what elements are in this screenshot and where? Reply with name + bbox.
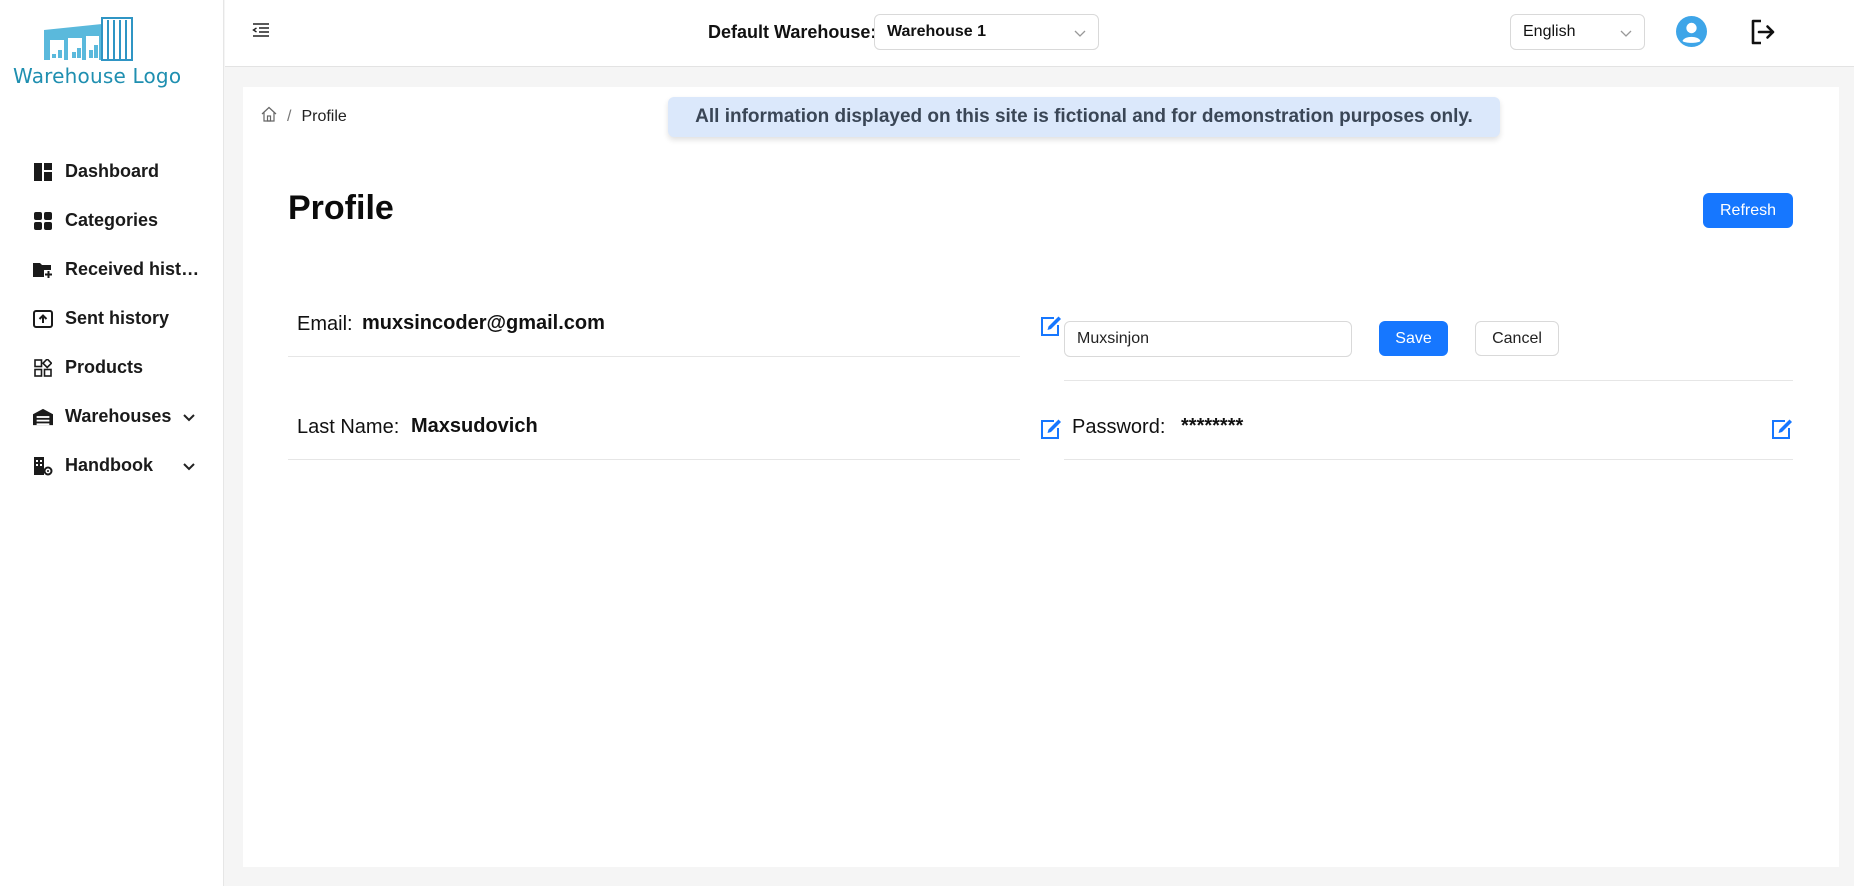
main-content: / Profile All information displayed on t… bbox=[243, 87, 1839, 867]
language-select-value: English bbox=[1523, 23, 1576, 40]
home-icon[interactable] bbox=[261, 106, 277, 127]
sidebar-item-dashboard[interactable]: Dashboard bbox=[0, 147, 222, 196]
categories-icon bbox=[33, 211, 53, 231]
sidebar-item-handbook[interactable]: Handbook bbox=[0, 441, 222, 490]
sidebar-item-label: Handbook bbox=[65, 455, 153, 475]
password-field-row: Password: ******** bbox=[1064, 390, 1793, 460]
top-header: Default Warehouse: Warehouse 1 English bbox=[225, 0, 1854, 67]
sidebar-item-sent-history[interactable]: Sent history bbox=[0, 294, 222, 343]
sidebar-item-label: Categories bbox=[65, 210, 159, 230]
breadcrumb-current: Profile bbox=[301, 107, 347, 125]
products-grid-icon bbox=[33, 358, 53, 378]
save-button[interactable]: Save bbox=[1379, 321, 1448, 356]
upload-box-icon bbox=[33, 309, 53, 329]
sidebar-item-label: Sent history bbox=[65, 308, 170, 328]
sidebar-item-received-history[interactable]: Received histo… bbox=[0, 245, 222, 294]
email-field-row: Email: muxsincoder@gmail.com bbox=[288, 287, 1061, 357]
last-name-label: Last Name: bbox=[297, 416, 400, 438]
warehouse-logo[interactable]: Warehouse Logo bbox=[0, 12, 182, 92]
sidebar-nav: Dashboard Categories Received histo… Sen… bbox=[0, 147, 222, 490]
edit-password-icon[interactable] bbox=[1770, 417, 1794, 441]
last-name-value: Maxsudovich bbox=[411, 415, 538, 437]
user-avatar-icon[interactable] bbox=[1676, 16, 1707, 47]
sidebar-item-label: Dashboard bbox=[65, 161, 160, 181]
chevron-down-icon bbox=[183, 458, 195, 476]
logo-text: Warehouse Logo bbox=[13, 64, 182, 88]
sidebar-item-label: Received histo… bbox=[65, 259, 200, 279]
demo-notice-banner: All information displayed on this site i… bbox=[668, 97, 1500, 137]
sidebar-item-label: Warehouses bbox=[65, 406, 172, 426]
warehouse-icon bbox=[33, 407, 53, 427]
last-name-field-row: Last Name: Maxsudovich bbox=[288, 390, 1061, 460]
edit-last-name-icon[interactable] bbox=[1039, 417, 1063, 441]
chevron-down-icon bbox=[183, 409, 195, 427]
folder-plus-icon bbox=[33, 260, 53, 280]
chevron-down-icon bbox=[1620, 26, 1632, 44]
password-value: ******** bbox=[1181, 415, 1244, 437]
dashboard-icon bbox=[33, 162, 53, 182]
email-label: Email: bbox=[297, 313, 353, 335]
warehouse-select-value: Warehouse 1 bbox=[887, 23, 986, 40]
logout-icon[interactable] bbox=[1749, 18, 1777, 46]
sidebar-item-label: Products bbox=[65, 357, 144, 377]
menu-collapse-icon[interactable] bbox=[252, 22, 270, 38]
warehouse-logo-icon bbox=[44, 17, 133, 61]
breadcrumb: / Profile bbox=[261, 106, 347, 127]
first-name-input[interactable] bbox=[1064, 321, 1352, 357]
password-label: Password: bbox=[1072, 416, 1166, 438]
warehouse-select[interactable]: Warehouse 1 bbox=[874, 14, 1099, 50]
divider bbox=[1064, 380, 1793, 381]
handbook-icon bbox=[33, 456, 53, 476]
edit-email-icon[interactable] bbox=[1039, 314, 1063, 338]
sidebar-item-warehouses[interactable]: Warehouses bbox=[0, 392, 222, 441]
refresh-button[interactable]: Refresh bbox=[1703, 193, 1793, 228]
chevron-down-icon bbox=[1074, 26, 1086, 44]
sidebar-item-products[interactable]: Products bbox=[0, 343, 222, 392]
page-title: Profile bbox=[288, 189, 394, 227]
cancel-button[interactable]: Cancel bbox=[1475, 321, 1559, 356]
sidebar-item-categories[interactable]: Categories bbox=[0, 196, 222, 245]
sidebar: Warehouse Logo Dashboard Categories Rece… bbox=[0, 0, 224, 886]
breadcrumb-separator: / bbox=[287, 107, 292, 125]
email-value: muxsincoder@gmail.com bbox=[362, 312, 605, 334]
default-warehouse-label: Default Warehouse: bbox=[708, 22, 877, 42]
language-select[interactable]: English bbox=[1510, 14, 1645, 50]
